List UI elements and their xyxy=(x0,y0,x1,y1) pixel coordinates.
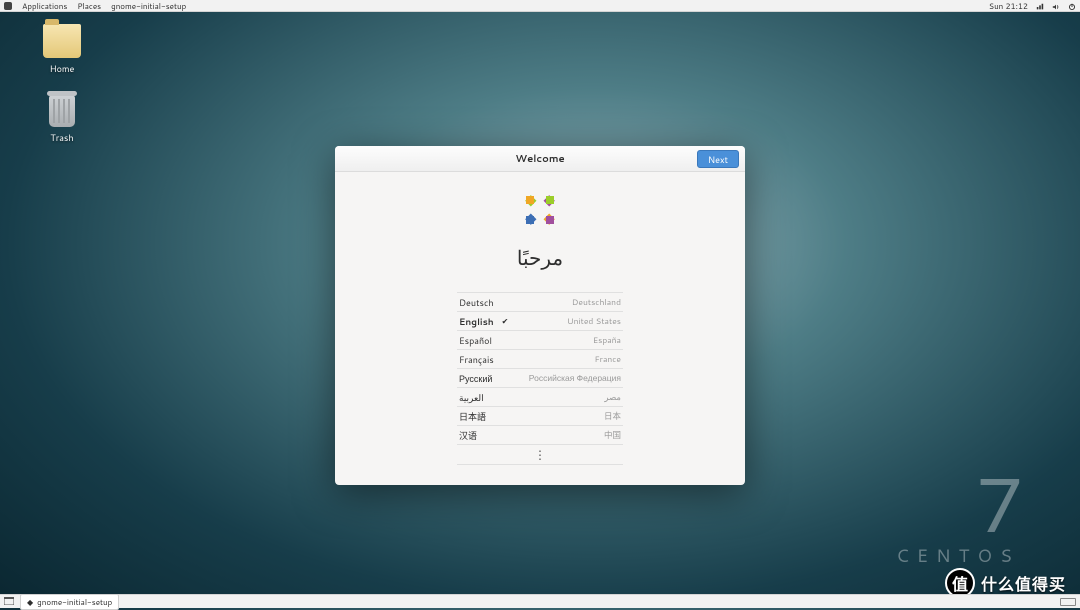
language-row[interactable]: Español España xyxy=(457,331,623,350)
language-name: Français xyxy=(459,353,494,366)
window-header: Welcome Next xyxy=(335,146,745,172)
desktop-icon-home[interactable]: Home xyxy=(32,24,92,75)
window-title: Welcome xyxy=(515,152,564,166)
menu-places[interactable]: Places xyxy=(77,0,101,12)
initial-setup-window: Welcome Next مرحبًا Deutsch Deutschland En… xyxy=(335,146,745,485)
trash-icon xyxy=(49,95,75,127)
top-menu-bar: Applications Places gnome-initial-setup … xyxy=(0,0,1080,12)
clock[interactable]: Sun 21:12 xyxy=(989,0,1028,12)
language-name: English xyxy=(459,315,494,328)
task-app-icon: ◆ xyxy=(27,596,33,608)
folder-icon xyxy=(43,24,81,58)
desktop-icon-label: Trash xyxy=(50,131,73,144)
language-row[interactable]: 日本語 日本 xyxy=(457,407,623,426)
language-list: DeutschDeutschlandEnglish✔United StatesE… xyxy=(457,292,623,465)
language-row[interactable]: Français France xyxy=(457,350,623,369)
bottom-taskbar: ◆ gnome-initial-setup xyxy=(0,594,1080,608)
volume-icon[interactable] xyxy=(1052,2,1060,10)
watermark-text: 什么值得买 xyxy=(981,571,1066,596)
taskbar-item-initial-setup[interactable]: ◆ gnome-initial-setup xyxy=(20,594,119,610)
activities-icon[interactable] xyxy=(4,2,12,10)
desktop-icons: Home Trash xyxy=(32,24,92,144)
welcome-greeting: مرحبًا xyxy=(335,244,745,272)
language-country: España xyxy=(593,334,621,346)
language-name: 汉语 xyxy=(459,429,477,442)
os-brand: 7 CENTOS xyxy=(896,470,1020,568)
desktop-icon-trash[interactable]: Trash xyxy=(32,95,92,144)
next-button[interactable]: Next xyxy=(697,150,739,168)
language-row[interactable]: 汉语 中国 xyxy=(457,426,623,445)
desktop-icon-label: Home xyxy=(50,62,75,75)
language-country: France xyxy=(594,353,621,365)
language-country: 日本 xyxy=(604,410,621,422)
centos-logo-icon xyxy=(520,190,560,230)
window-body: مرحبًا Deutsch Deutschland English ✔ United … xyxy=(335,172,745,485)
language-row[interactable]: العربية مصر xyxy=(457,388,623,407)
language-row[interactable]: Русский Российская Федерация xyxy=(457,369,623,388)
language-country: مصر xyxy=(604,391,621,403)
language-row[interactable]: Deutsch Deutschland xyxy=(457,293,623,312)
os-version: 7 xyxy=(896,470,1020,538)
language-country: 中国 xyxy=(604,429,621,441)
language-name: العربية xyxy=(459,391,484,404)
os-name: CENTOS xyxy=(896,542,1020,568)
taskbar-tray-icon[interactable] xyxy=(1060,598,1076,606)
language-country: United States xyxy=(567,315,621,327)
checkmark-icon: ✔ xyxy=(502,315,509,327)
menu-app-title[interactable]: gnome-initial-setup xyxy=(111,0,186,12)
language-name: 日本語 xyxy=(459,410,486,423)
language-name: Русский xyxy=(459,372,492,385)
menu-applications[interactable]: Applications xyxy=(22,0,67,12)
language-name: Español xyxy=(459,334,492,347)
more-languages-button[interactable]: ⋮ xyxy=(457,445,623,465)
language-row[interactable]: English ✔ United States xyxy=(457,312,623,331)
task-label: gnome-initial-setup xyxy=(37,596,112,608)
language-country: Российская Федерация xyxy=(529,372,621,384)
language-country: Deutschland xyxy=(572,296,621,308)
network-icon[interactable] xyxy=(1036,2,1044,10)
language-name: Deutsch xyxy=(459,296,494,309)
show-desktop-icon[interactable] xyxy=(4,596,14,608)
power-icon[interactable] xyxy=(1068,2,1076,10)
